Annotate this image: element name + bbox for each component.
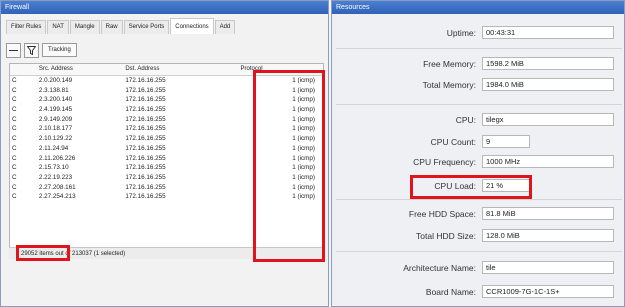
row-src-address: 2.27.254.213 [38,193,76,201]
row-flag: C [12,77,17,84]
filter-button[interactable] [24,42,39,58]
tab-filter-rules[interactable]: Filter Rules [6,20,47,34]
section-divider [336,199,622,200]
resource-field: Board Name: CCR1009-7G-1C-1S+ [332,285,625,299]
resource-field: Free Memory: 1598.2 MiB [332,57,625,71]
row-dst-address: 172.16.16.255 [125,86,166,94]
resource-field-value[interactable]: CCR1009-7G-1C-1S+ [482,285,614,298]
row-flag: C [12,115,17,123]
row-src-address: 2.0.200.149 [38,77,73,84]
section-divider [336,251,622,252]
minus-icon: — [9,45,18,55]
row-src-address: 2.15.73.10 [38,164,69,172]
row-flag: C [12,144,17,152]
resource-field-label: Uptime: [446,28,476,38]
row-flag: C [12,154,17,162]
row-dst-address: 172.16.16.255 [125,115,166,123]
resource-field-value[interactable]: 00:43:31 [482,26,614,39]
tab-nat[interactable]: NAT [47,20,69,34]
resources-window: Resources Uptime: 00:43:31 Free Memory: 159… [331,0,625,307]
row-flag: C [12,135,17,143]
row-flag: C [12,193,17,201]
row-flag: C [12,173,17,181]
section-divider [336,104,622,105]
tab-connections[interactable]: Connections [170,18,214,34]
row-dst-address: 172.16.16.255 [125,77,166,84]
row-dst-address: 172.16.16.255 [125,135,166,143]
column-header-flags[interactable] [10,64,25,75]
row-src-address: 2.27.208.161 [38,183,76,191]
row-src-address: 2.10.129.22 [38,135,73,143]
resource-field: CPU Frequency: 1000 MHz [332,155,625,169]
tab-address-lists[interactable]: Add [214,20,236,34]
resource-field-label: Free Memory: [423,59,476,69]
row-dst-address: 172.16.16.255 [125,173,166,181]
protocol-highlight-box [253,70,325,262]
row-dst-address: 172.16.16.255 [125,164,166,172]
connections-toolbar: — Tracking [6,41,77,59]
resources-title[interactable]: Resources [332,1,624,14]
resource-field-value[interactable]: 1000 MHz [482,155,614,168]
row-dst-address: 172.16.16.255 [125,125,166,133]
resource-field: Uptime: 00:43:31 [332,26,625,40]
resource-field-label: Architecture Name: [403,263,476,273]
remove-button[interactable]: — [6,42,21,58]
resource-field: Total Memory: 1984.0 MiB [332,78,625,92]
row-flag: C [12,86,17,94]
resource-field: CPU: tilegx [332,113,625,127]
column-header-src-address[interactable]: Src. Address [25,64,123,75]
row-src-address: 2.3.200.140 [38,96,73,104]
row-src-address: 2.9.149.209 [38,115,73,123]
tab-service-ports[interactable]: Service Ports [123,20,170,34]
row-dst-address: 172.16.16.255 [125,96,166,104]
resource-field-value[interactable]: 9 [482,135,530,148]
row-src-address: 2.4.199.145 [38,106,73,114]
row-dst-address: 172.16.16.255 [125,154,166,162]
row-src-address: 2.11.24.94 [38,144,69,152]
row-src-address: 2.3.138.81 [38,86,69,94]
row-dst-address: 172.16.16.255 [125,183,166,191]
resource-field-label: Free HDD Space: [408,209,476,219]
row-flag: C [12,125,17,133]
row-flag: C [12,106,17,114]
firewall-tabs: Filter Rules NAT Mangle Raw Service Port… [6,18,328,38]
cpu-load-highlight-box [410,175,532,199]
resource-field-value[interactable]: 1598.2 MiB [482,57,614,70]
firewall-title[interactable]: Firewall [1,1,328,14]
resource-field-value[interactable]: tile [482,261,614,274]
items-count-highlight-box [16,245,70,261]
resource-field-value[interactable]: 128.0 MiB [482,229,614,242]
tab-raw[interactable]: Raw [100,20,123,34]
row-dst-address: 172.16.16.255 [125,144,166,152]
section-divider [336,48,622,49]
resource-field-label: Board Name: [425,287,476,297]
firewall-window: Firewall Filter Rules NAT Mangle Raw Ser… [0,0,329,307]
resource-field: Architecture Name: tile [332,261,625,275]
resource-field-value[interactable]: 1984.0 MiB [482,78,614,91]
row-flag: C [12,164,17,172]
row-src-address: 2.11.206.226 [38,154,76,162]
tab-mangle[interactable]: Mangle [69,20,100,34]
resource-field-label: Total HDD Size: [416,231,476,241]
resource-field-label: CPU Count: [430,137,476,147]
row-flag: C [12,96,17,104]
row-src-address: 2.22.19.223 [38,173,73,181]
resource-field: Free HDD Space: 81.8 MiB [332,207,625,221]
row-flag: C [12,183,17,191]
row-dst-address: 172.16.16.255 [125,193,166,201]
resource-field-label: CPU: [455,115,476,125]
resource-field-value[interactable]: tilegx [482,113,614,126]
tracking-button[interactable]: Tracking [42,43,77,57]
resource-field: Total HDD Size: 128.0 MiB [332,229,625,243]
row-src-address: 2.10.18.177 [38,125,73,133]
resource-field: CPU Count: 9 [332,135,625,149]
row-dst-address: 172.16.16.255 [125,106,166,114]
resource-field-value[interactable]: 81.8 MiB [482,207,614,220]
resource-field-label: CPU Frequency: [413,157,476,167]
funnel-icon [27,45,36,55]
column-header-dst-address[interactable]: Dst. Address [123,64,234,75]
resource-field-label: Total Memory: [422,80,476,90]
